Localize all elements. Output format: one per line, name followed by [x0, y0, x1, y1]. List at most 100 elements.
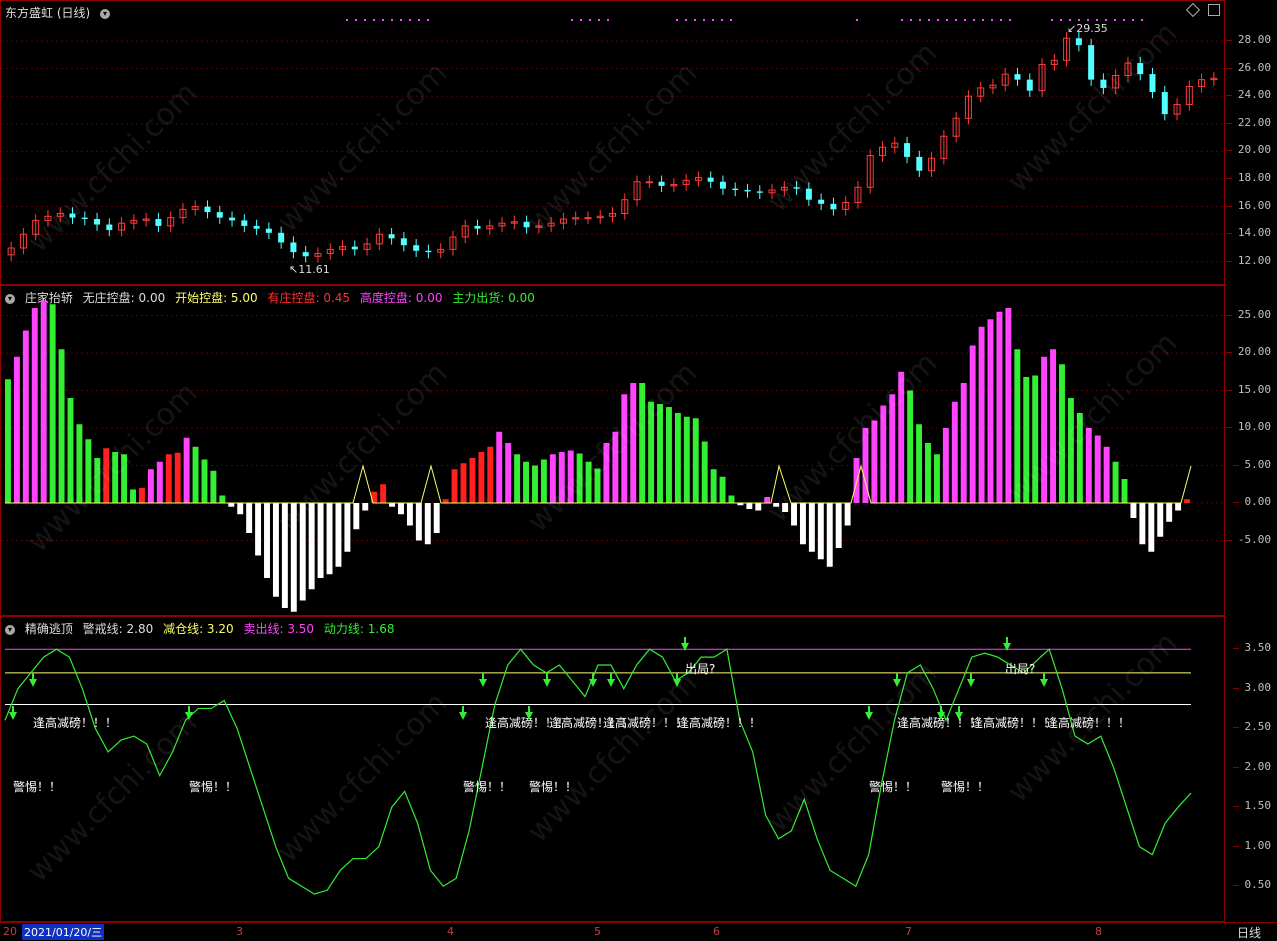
control-bar	[174, 452, 181, 503]
control-bar	[648, 401, 655, 503]
candle-body	[584, 217, 592, 220]
signal-dot	[1141, 19, 1143, 21]
control-bar	[791, 503, 797, 526]
signal-dot	[580, 19, 582, 21]
candle-body	[1161, 92, 1168, 115]
candle-body	[216, 212, 223, 218]
escape-panel[interactable]: ▾ 精确逃顶 警戒线: 2.80 减仓线: 3.20 卖出线: 3.50 动力线…	[0, 616, 1225, 922]
candle-body	[719, 181, 726, 189]
control-bar	[138, 488, 145, 503]
down-arrow-icon	[865, 712, 873, 720]
y-tick-label: 2.50	[1232, 720, 1271, 734]
down-arrow-icon	[1040, 679, 1048, 687]
control-bar	[719, 476, 726, 503]
candle-body	[69, 213, 76, 218]
control-bar	[380, 484, 387, 503]
down-arrow-icon	[1003, 643, 1011, 651]
control-bar	[657, 404, 663, 503]
date-first-label: 20	[3, 925, 17, 938]
signal-dot	[355, 19, 357, 21]
control-bar	[237, 503, 244, 515]
price-panel[interactable]: 东方盛虹 (日线) ▾ ↙29.35 ↖11.61	[0, 0, 1226, 285]
reduce-annotation: 逢高减磅！！！	[603, 715, 687, 730]
candle-body	[351, 246, 358, 250]
y-tick-label: 3.00	[1232, 680, 1271, 694]
control-bar	[1023, 377, 1030, 503]
signal-dot	[991, 19, 993, 21]
control-bar	[639, 383, 646, 503]
price-axis: 28.00 26.00 24.00 22.00 20.00 18.00 16.00 14.00…	[1225, 0, 1277, 285]
control-bar	[514, 454, 521, 503]
signal-dot	[607, 19, 609, 21]
control-bar	[1130, 503, 1137, 518]
y-tick-label: 14.00	[1225, 226, 1271, 240]
y-tick-label: 26.00	[1225, 60, 1271, 74]
control-bar	[728, 495, 735, 503]
y-tick-label: 10.00	[1225, 420, 1271, 433]
control-bar	[674, 413, 681, 503]
signal-dot	[373, 19, 375, 21]
control-bar	[353, 503, 360, 530]
reduce-annotation: 逢高减磅！！！	[897, 715, 981, 730]
candle-body	[744, 190, 751, 192]
signal-dot	[721, 19, 723, 21]
candle-body	[204, 206, 211, 213]
control-bar	[612, 431, 619, 503]
candle-body	[388, 234, 395, 239]
control-bar	[558, 452, 565, 503]
control-bar	[505, 443, 512, 503]
control-bar	[1014, 349, 1021, 503]
y-tick-label: 16.00	[1225, 198, 1271, 212]
candle-body	[904, 143, 911, 157]
candle-body	[94, 219, 101, 225]
signal-dot	[730, 19, 732, 21]
signal-dot	[1051, 19, 1053, 21]
candle-body	[265, 228, 272, 233]
control-bar	[880, 405, 887, 503]
control-bar	[406, 503, 413, 526]
y-tick-label: 1.50	[1232, 799, 1271, 813]
month-label: 3	[236, 925, 243, 938]
signal-dot	[856, 19, 858, 21]
control-bar	[85, 439, 92, 503]
candle-body	[106, 224, 113, 231]
control-bar	[1166, 503, 1173, 522]
signal-dot	[964, 19, 966, 21]
control-bar	[951, 401, 958, 503]
control-bar	[746, 503, 753, 509]
control-bar	[826, 503, 833, 567]
control-bar	[755, 503, 762, 511]
signal-dot	[1132, 19, 1134, 21]
control-bar	[130, 489, 136, 503]
y-tick-label: 15.00	[1225, 382, 1271, 396]
control-bar	[58, 349, 65, 503]
control-bar	[710, 469, 717, 503]
period-label[interactable]: 日线	[1237, 924, 1261, 941]
down-arrow-icon	[479, 679, 487, 687]
control-bar	[996, 311, 1003, 503]
alert-annotation: 警惕！！	[463, 779, 511, 794]
control-bar	[817, 503, 824, 560]
down-arrow-icon	[9, 712, 17, 720]
candle-body	[1026, 79, 1033, 91]
control-bar	[549, 454, 556, 503]
control-bar	[540, 459, 547, 503]
signal-dot	[427, 19, 429, 21]
control-bar	[281, 503, 288, 608]
zhuangjia-panel[interactable]: ▾ 庄家抬轿 无庄控盘: 0.00 开始控盘: 5.00 有庄控盘: 0.45 …	[0, 285, 1226, 616]
control-bar	[389, 503, 396, 507]
control-bar	[121, 454, 128, 503]
control-bar	[5, 379, 11, 503]
candle-body	[645, 181, 653, 184]
date-cursor[interactable]: 2021/01/20/三	[22, 924, 105, 940]
candle-body	[474, 225, 481, 229]
escape-annotation: 出局?	[1005, 662, 1035, 676]
candle-body	[241, 220, 248, 226]
signal-dot	[703, 19, 705, 21]
control-bar	[308, 503, 315, 590]
zhuangjia-bar-chart	[1, 300, 1226, 612]
control-bar	[567, 450, 574, 503]
down-arrow-icon	[607, 679, 615, 687]
signal-dot	[1123, 19, 1125, 21]
reduce-annotation: 逢高减磅！！！	[677, 715, 761, 730]
